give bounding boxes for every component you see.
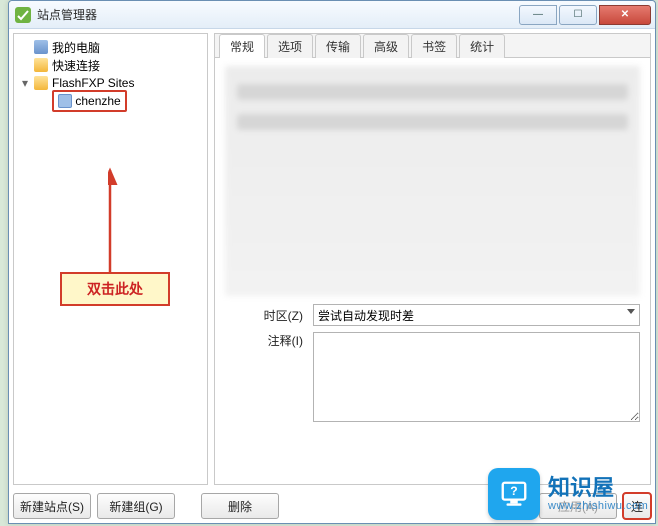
timezone-value: 尝试自动发现时差 bbox=[318, 309, 414, 323]
folder-icon bbox=[34, 58, 48, 72]
timezone-row: 时区(Z) 尝试自动发现时差 bbox=[225, 304, 640, 326]
annotation-callout: 双击此处 bbox=[60, 272, 170, 306]
details-panel: 常规 选项 传输 高级 书签 统计 时区(Z) 尝试自动发现时差 bbox=[214, 33, 651, 485]
tab-stats[interactable]: 统计 bbox=[459, 34, 505, 58]
site-icon bbox=[58, 94, 72, 108]
tree-label: chenzhe bbox=[75, 94, 120, 108]
tree-label: FlashFXP Sites bbox=[52, 76, 134, 90]
callout-text: 双击此处 bbox=[87, 279, 143, 299]
new-site-button[interactable]: 新建站点(S) bbox=[13, 493, 91, 519]
tab-general-content: 时区(Z) 尝试自动发现时差 注释(I) bbox=[215, 58, 650, 484]
site-manager-window: 站点管理器 — ☐ ✕ 我的电脑 快速连接 ▾ bbox=[8, 0, 656, 524]
window-title: 站点管理器 bbox=[37, 6, 517, 23]
blurred-fields bbox=[225, 66, 640, 296]
connect-button[interactable]: 连 bbox=[623, 493, 651, 519]
tree-label: 快速连接 bbox=[52, 57, 100, 74]
delete-button[interactable]: 删除 bbox=[201, 493, 279, 519]
selected-site-highlight: chenzhe bbox=[52, 90, 127, 113]
maximize-button[interactable]: ☐ bbox=[559, 5, 597, 25]
apply-button[interactable]: 应用(A) bbox=[539, 493, 617, 519]
tab-bookmarks[interactable]: 书签 bbox=[411, 34, 457, 58]
notes-label: 注释(I) bbox=[225, 332, 313, 349]
window-buttons: — ☐ ✕ bbox=[517, 5, 651, 25]
close-button[interactable]: ✕ bbox=[599, 5, 651, 25]
timezone-select[interactable]: 尝试自动发现时差 bbox=[313, 304, 640, 326]
chevron-down-icon[interactable]: ▾ bbox=[20, 76, 30, 90]
tab-general[interactable]: 常规 bbox=[219, 34, 265, 58]
titlebar[interactable]: 站点管理器 — ☐ ✕ bbox=[9, 1, 655, 29]
notes-textarea[interactable] bbox=[313, 332, 640, 422]
client-area: 我的电脑 快速连接 ▾ FlashFXP Sites chenzhe bbox=[9, 29, 655, 523]
tab-bar: 常规 选项 传输 高级 书签 统计 bbox=[215, 34, 650, 58]
notes-row: 注释(I) bbox=[225, 332, 640, 422]
minimize-button[interactable]: — bbox=[519, 5, 557, 25]
site-tree[interactable]: 我的电脑 快速连接 ▾ FlashFXP Sites chenzhe bbox=[13, 33, 208, 485]
new-group-button[interactable]: 新建组(G) bbox=[97, 493, 175, 519]
timezone-label: 时区(Z) bbox=[225, 307, 313, 324]
tab-advanced[interactable]: 高级 bbox=[363, 34, 409, 58]
app-icon bbox=[15, 7, 31, 23]
tab-options[interactable]: 选项 bbox=[267, 34, 313, 58]
chevron-down-icon bbox=[627, 309, 635, 314]
button-bar: 新建站点(S) 新建组(G) 删除 应用(A) 连 bbox=[13, 489, 651, 519]
main-split: 我的电脑 快速连接 ▾ FlashFXP Sites chenzhe bbox=[13, 33, 651, 485]
tree-label: 我的电脑 bbox=[52, 39, 100, 56]
tab-transfer[interactable]: 传输 bbox=[315, 34, 361, 58]
tree-site-item[interactable]: chenzhe bbox=[16, 92, 205, 110]
computer-icon bbox=[34, 40, 48, 54]
annotation-arrow bbox=[108, 164, 158, 284]
folder-icon bbox=[34, 76, 48, 90]
tree-my-computer[interactable]: 我的电脑 bbox=[16, 38, 205, 56]
tree-quick-connect[interactable]: 快速连接 bbox=[16, 56, 205, 74]
